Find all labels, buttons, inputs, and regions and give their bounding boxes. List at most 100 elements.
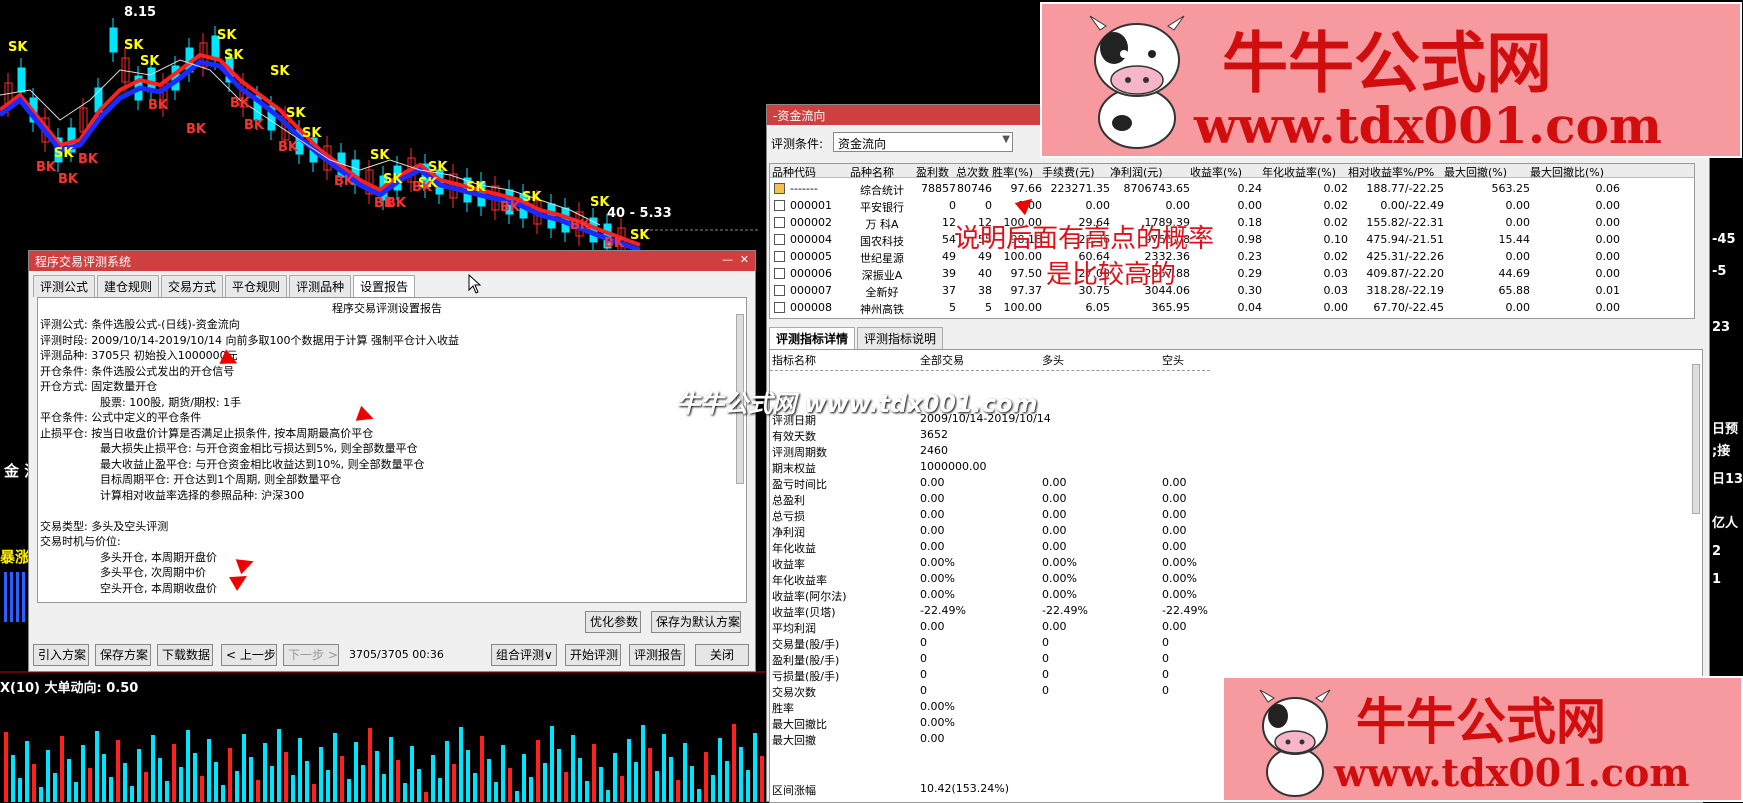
column-header[interactable]: 最大回撤(%) bbox=[1444, 164, 1530, 180]
volume-bar bbox=[438, 778, 442, 802]
volume-bar bbox=[186, 730, 190, 802]
indicator-value: 0.00% bbox=[1162, 572, 1197, 585]
column-header[interactable]: 品种代码 bbox=[772, 164, 848, 180]
sk-signal: SK bbox=[630, 228, 650, 243]
table-cell: 223271.35 bbox=[1050, 182, 1111, 195]
table-cell: 78857 bbox=[921, 182, 956, 195]
checkbox-icon[interactable] bbox=[774, 285, 785, 296]
table-row[interactable]: ------- 综合统计 78857 80746 97.66 223271.35 87067… bbox=[770, 181, 1694, 197]
indicator-scrollbar[interactable] bbox=[1692, 364, 1700, 514]
volume-bar bbox=[116, 740, 120, 802]
table-row[interactable]: 000002 万 科A 12 12 100.00 29.64 1789.39 0.18 0.02… bbox=[770, 215, 1694, 231]
close-button[interactable]: 关闭 bbox=[695, 644, 749, 666]
column-header[interactable]: 最大回撤比(%) bbox=[1530, 164, 1620, 180]
next-button[interactable]: 下一步 > bbox=[283, 644, 339, 666]
save-default-button[interactable]: 保存为默认方案 bbox=[651, 611, 741, 633]
column-header[interactable]: 总次数 bbox=[956, 164, 992, 180]
column-header[interactable]: 盈利数 bbox=[916, 164, 956, 180]
eval-tabs: 评测公式 建仓规则 交易方式 平仓规则 评测品种 设置报告 bbox=[33, 275, 417, 297]
table-cell: 6.05 bbox=[1085, 301, 1111, 314]
column-header[interactable]: 手续费(元) bbox=[1042, 164, 1110, 180]
indicator-value: 0.00 bbox=[1042, 540, 1067, 553]
table-cell: 神州高铁 bbox=[860, 303, 904, 316]
table-cell: 12 bbox=[942, 216, 956, 229]
volume-bar bbox=[74, 782, 78, 802]
folder-icon[interactable] bbox=[774, 183, 785, 194]
column-header[interactable]: 净利润(元) bbox=[1110, 164, 1190, 180]
checkbox-icon[interactable] bbox=[774, 234, 785, 245]
tab-formula[interactable]: 评测公式 bbox=[33, 275, 96, 297]
table-cell: 0.06 bbox=[1595, 182, 1621, 195]
sk-signal: SK bbox=[224, 48, 244, 63]
tab-indicator-details[interactable]: 评测指标详情 bbox=[769, 327, 856, 349]
eval-report-button[interactable]: 评测报告 bbox=[629, 644, 685, 666]
table-row[interactable]: 000008 神州高铁 5 5 100.00 6.05 365.95 0.04 0.00 67.7… bbox=[770, 300, 1694, 316]
volume-bar bbox=[620, 776, 624, 802]
indicator-value: 0 bbox=[1042, 684, 1049, 697]
table-row[interactable]: 000007 全新好 37 38 97.37 30.75 3044.06 0.30 0.03 31… bbox=[770, 283, 1694, 299]
settings-report[interactable]: 程序交易评测设置报告 评测公式: 条件选股公式-(日线)-资金流向 评测时段: 2… bbox=[37, 297, 747, 603]
tab-trade-mode[interactable]: 交易方式 bbox=[161, 275, 224, 297]
table-row[interactable]: 000005 世纪星源 49 49 100.00 60.64 2332.36 0.23 0.02… bbox=[770, 249, 1694, 265]
table-cell: 38 bbox=[978, 284, 992, 297]
indicator-value: 0 bbox=[1162, 636, 1169, 649]
table-cell: 155.82/-22.31 bbox=[1366, 216, 1444, 229]
report-line: 止损平仓: 按当日收盘价计算是否满足止损条件, 按本周期最高价平仓 bbox=[40, 426, 374, 440]
import-button[interactable]: 引入方案 bbox=[33, 644, 89, 666]
indicator-name: 总盈利 bbox=[772, 494, 805, 507]
eval-window: 程序交易评测系统 — ✕ 评测公式 建仓规则 交易方式 平仓规则 评测品种 设置… bbox=[28, 250, 756, 672]
close-icon[interactable]: ✕ bbox=[740, 253, 749, 266]
column-header[interactable]: 品种名称 bbox=[850, 164, 914, 180]
progress-text: 3705/3705 00:36 bbox=[349, 648, 444, 661]
tab-indicator-desc[interactable]: 评测指标说明 bbox=[857, 327, 944, 349]
volume-bar bbox=[347, 779, 351, 802]
table-row[interactable]: 000006 深振业A 39 40 97.50 27.00 2867.88 0.29 0.03 4… bbox=[770, 266, 1694, 282]
indicator-value: 0.00 bbox=[1162, 492, 1187, 505]
checkbox-icon[interactable] bbox=[774, 217, 785, 228]
combo-eval-button[interactable]: 组合评测∨ bbox=[491, 644, 557, 666]
prev-button[interactable]: < 上一步 bbox=[221, 644, 277, 666]
chevron-down-icon[interactable]: ▼ bbox=[1002, 134, 1010, 145]
signal-bar bbox=[4, 572, 7, 622]
bk-signal: BK bbox=[230, 96, 250, 111]
indicator-value: 0.00 bbox=[1162, 508, 1187, 521]
checkbox-icon[interactable] bbox=[774, 200, 785, 211]
download-button[interactable]: 下载数据 bbox=[157, 644, 213, 666]
minimize-icon[interactable]: — bbox=[722, 253, 733, 266]
optimize-button[interactable]: 优化参数 bbox=[585, 611, 641, 633]
bk-signal: BK bbox=[334, 174, 354, 189]
indicator-value: 0.00% bbox=[920, 716, 955, 729]
volume-bar bbox=[739, 747, 743, 802]
tab-close-rule[interactable]: 平仓规则 bbox=[225, 275, 288, 297]
checkbox-icon[interactable] bbox=[774, 302, 785, 313]
table-cell: 0.00 bbox=[1595, 267, 1621, 280]
column-header[interactable]: 相对收益率%/P% bbox=[1348, 164, 1444, 180]
checkbox-icon[interactable] bbox=[774, 251, 785, 262]
volume-bar bbox=[452, 764, 456, 802]
checkbox-icon[interactable] bbox=[774, 268, 785, 279]
tab-stocks[interactable]: 评测品种 bbox=[289, 275, 352, 297]
table-row[interactable]: 000004 国农科技 54 55 98.18 22.36 9756.08 0.98 0.10 4… bbox=[770, 232, 1694, 248]
axis-label: 23 bbox=[1712, 320, 1731, 335]
tab-open-rule[interactable]: 建仓规则 bbox=[97, 275, 160, 297]
indicator-value: 0 bbox=[1162, 652, 1169, 665]
column-header[interactable]: 胜率(%) bbox=[992, 164, 1042, 180]
indicator-value: 0.00 bbox=[1162, 540, 1187, 553]
start-eval-button[interactable]: 开始评测 bbox=[565, 644, 621, 666]
column-header[interactable]: 收益率(%) bbox=[1190, 164, 1262, 180]
report-line: 目标周期平仓: 开仓达到1个周期, 则全部数量平仓 bbox=[100, 473, 342, 486]
divider bbox=[770, 370, 1210, 371]
column-header[interactable]: 年化收益率(%) bbox=[1262, 164, 1348, 180]
table-row[interactable]: 000001 平安银行 0 0 0.00 0.00 0.00 0.00 0.02 0.00/-22… bbox=[770, 198, 1694, 214]
volume-bar bbox=[102, 754, 106, 802]
table-cell: 0.00 bbox=[1505, 199, 1531, 212]
volume-bar bbox=[249, 757, 253, 802]
volume-bar bbox=[137, 749, 141, 802]
save-plan-button[interactable]: 保存方案 bbox=[95, 644, 151, 666]
tab-report-settings[interactable]: 设置报告 bbox=[353, 275, 416, 297]
indicator-value: 0.00% bbox=[1162, 588, 1197, 601]
eval-window-titlebar[interactable]: 程序交易评测系统 — ✕ bbox=[29, 251, 755, 271]
cond-select[interactable]: 资金流向 ▼ bbox=[833, 132, 1013, 152]
volume-bar bbox=[130, 786, 134, 802]
volume-bar bbox=[60, 736, 64, 802]
